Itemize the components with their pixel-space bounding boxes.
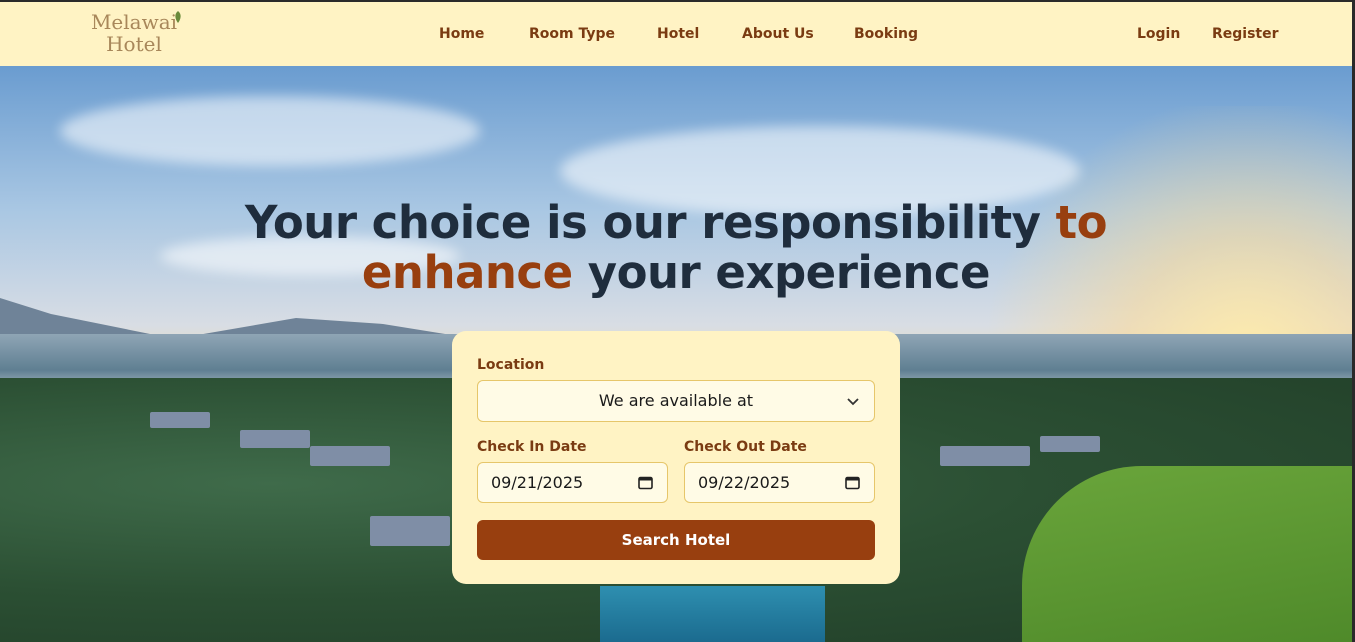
top-navbar: Melawai Hotel Home Room Type Hotel About…	[0, 0, 1355, 66]
villa-roof	[940, 446, 1030, 466]
checkin-date-value: 09/21/2025	[491, 473, 584, 492]
checkin-label: Check In Date	[477, 439, 587, 455]
nav-about-us[interactable]: About Us	[742, 26, 814, 42]
villa-roof	[150, 412, 210, 428]
checkout-date-input[interactable]: 09/22/2025	[684, 462, 875, 503]
checkout-label: Check Out Date	[684, 439, 807, 455]
hero-headline: Your choice is our responsibility to enh…	[0, 198, 1352, 298]
checkin-date-input[interactable]: 09/21/2025	[477, 462, 668, 503]
search-card: Location We are available at Check In Da…	[452, 331, 900, 584]
chevron-down-icon	[847, 398, 859, 406]
villa-roof	[240, 430, 310, 448]
logo-text-line1: Melawai	[90, 10, 178, 34]
lawn	[1022, 466, 1352, 642]
hotel-logo[interactable]: Melawai Hotel	[84, 11, 184, 55]
mountain	[0, 298, 170, 338]
logo-text-line2: Hotel	[106, 32, 162, 56]
cloud	[60, 96, 480, 166]
nav-hotel[interactable]: Hotel	[657, 26, 699, 42]
search-hotel-button[interactable]: Search Hotel	[477, 520, 875, 560]
login-link[interactable]: Login	[1137, 26, 1180, 42]
headline-accent-1: to	[1055, 196, 1108, 249]
location-select-value: We are available at	[598, 391, 754, 410]
headline-text-1: Your choice is our responsibility	[244, 196, 1056, 249]
headline-accent-2: enhance	[361, 246, 573, 299]
register-link[interactable]: Register	[1212, 26, 1279, 42]
villa-roof	[370, 516, 450, 546]
nav-booking[interactable]: Booking	[854, 26, 918, 42]
headline-text-2: your experience	[572, 246, 991, 299]
calendar-icon[interactable]	[845, 475, 860, 490]
nav-room-type[interactable]: Room Type	[529, 26, 615, 42]
pool	[600, 586, 825, 642]
villa-roof	[1040, 436, 1100, 452]
location-label: Location	[477, 357, 545, 373]
location-select[interactable]: We are available at	[477, 380, 875, 422]
checkout-date-value: 09/22/2025	[698, 473, 791, 492]
leaf-icon	[175, 11, 181, 23]
villa-roof	[310, 446, 390, 466]
nav-home[interactable]: Home	[439, 26, 484, 42]
calendar-icon[interactable]	[638, 475, 653, 490]
